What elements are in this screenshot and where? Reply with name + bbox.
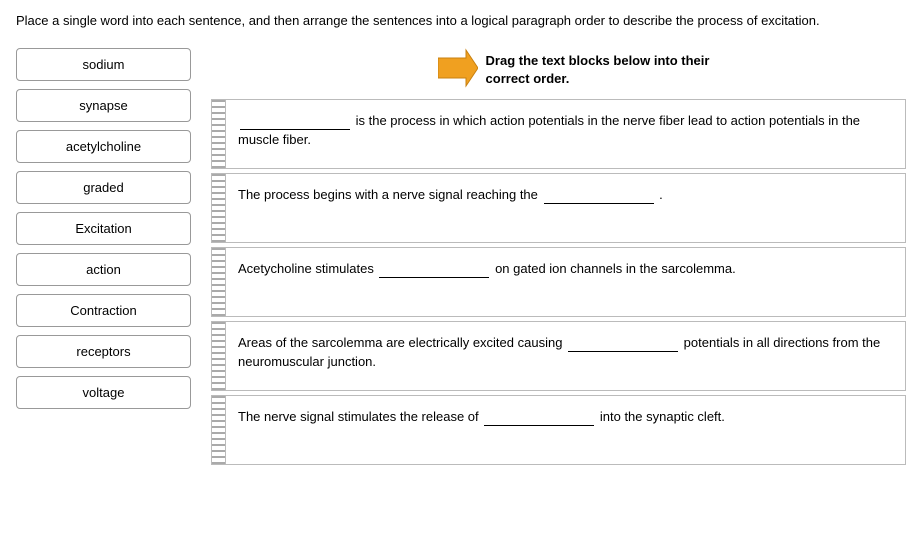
- arrow-icon: [438, 48, 478, 88]
- word-sodium[interactable]: sodium: [16, 48, 191, 81]
- sentence-text-4: Areas of the sarcolemma are electrically…: [226, 322, 905, 390]
- word-receptors[interactable]: receptors: [16, 335, 191, 368]
- sentence-text-3: Acetycholine stimulates on gated ion cha…: [226, 248, 905, 316]
- word-synapse[interactable]: synapse: [16, 89, 191, 122]
- blank-4[interactable]: [568, 332, 678, 353]
- sentence-block-2[interactable]: The process begins with a nerve signal r…: [211, 173, 906, 243]
- blank-5[interactable]: [484, 406, 594, 427]
- blank-2[interactable]: [544, 184, 654, 205]
- sentence-text-2: The process begins with a nerve signal r…: [226, 174, 905, 242]
- sentence-block-1[interactable]: is the process in which action potential…: [211, 99, 906, 169]
- content-area: sodium synapse acetylcholine graded Exci…: [16, 48, 906, 468]
- blank-3[interactable]: [379, 258, 489, 279]
- word-graded[interactable]: graded: [16, 171, 191, 204]
- sentence-text-1: is the process in which action potential…: [226, 100, 905, 168]
- right-panel: Drag the text blocks below into their co…: [211, 48, 906, 468]
- drag-handle-4[interactable]: [212, 322, 226, 390]
- word-acetylcholine[interactable]: acetylcholine: [16, 130, 191, 163]
- sentences-container: is the process in which action potential…: [211, 99, 906, 469]
- sentence-block-5[interactable]: The nerve signal stimulates the release …: [211, 395, 906, 465]
- drag-handle-1[interactable]: [212, 100, 226, 168]
- blank-1[interactable]: [240, 110, 350, 131]
- sentence-text-5: The nerve signal stimulates the release …: [226, 396, 905, 464]
- drag-instruction-text: Drag the text blocks below into their co…: [486, 48, 710, 88]
- word-bank: sodium synapse acetylcholine graded Exci…: [16, 48, 191, 468]
- word-voltage[interactable]: voltage: [16, 376, 191, 409]
- word-excitation[interactable]: Excitation: [16, 212, 191, 245]
- drag-handle-5[interactable]: [212, 396, 226, 464]
- sentence-block-3[interactable]: Acetycholine stimulates on gated ion cha…: [211, 247, 906, 317]
- word-action[interactable]: action: [16, 253, 191, 286]
- word-contraction[interactable]: Contraction: [16, 294, 191, 327]
- instruction-text: Place a single word into each sentence, …: [16, 12, 906, 30]
- drag-handle-2[interactable]: [212, 174, 226, 242]
- drag-handle-3[interactable]: [212, 248, 226, 316]
- drag-instruction-area: Drag the text blocks below into their co…: [211, 48, 906, 88]
- sentence-block-4[interactable]: Areas of the sarcolemma are electrically…: [211, 321, 906, 391]
